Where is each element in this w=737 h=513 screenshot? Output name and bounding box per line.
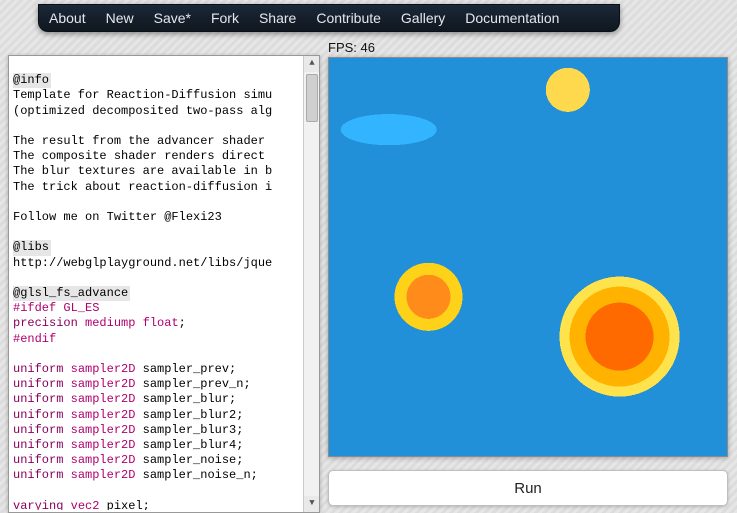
code-line: The result from the advancer shader [13, 134, 272, 148]
fps-label: FPS: [328, 40, 357, 55]
code-line: #endif [13, 332, 56, 346]
kw-uniform: uniform [13, 468, 63, 482]
kw-precision: precision [13, 316, 78, 330]
navbar: About New Save* Fork Share Contribute Ga… [38, 4, 620, 32]
nav-share[interactable]: Share [259, 10, 296, 26]
ty-vec2: vec2 [71, 499, 100, 510]
code-line: #ifdef GL_ES [13, 301, 99, 315]
render-canvas[interactable] [328, 57, 728, 457]
code-line: (optimized decomposited two-pass alg [13, 104, 272, 118]
kw-uniform: uniform [13, 453, 63, 467]
fps-display: FPS: 46 [328, 40, 375, 55]
nav-save[interactable]: Save* [154, 10, 191, 26]
nav-new[interactable]: New [106, 10, 134, 26]
kw-varying: varying [13, 499, 63, 510]
nav-fork[interactable]: Fork [211, 10, 239, 26]
code-text: sampler_blur; [143, 392, 237, 406]
fps-value: 46 [361, 40, 375, 55]
run-button-label: Run [514, 480, 542, 497]
scroll-up-icon[interactable]: ▲ [304, 56, 320, 72]
scroll-thumb[interactable] [306, 74, 318, 122]
kw-uniform: uniform [13, 438, 63, 452]
code-text: sampler_prev; [143, 362, 237, 376]
kw-uniform: uniform [13, 377, 63, 391]
code-text: sampler_prev_n; [143, 377, 251, 391]
kw-uniform: uniform [13, 408, 63, 422]
nav-contribute[interactable]: Contribute [316, 10, 381, 26]
ty-sampler2d: sampler2D [71, 423, 136, 437]
section-tag-info: @info [13, 73, 51, 88]
kw-uniform: uniform [13, 362, 63, 376]
code-text: sampler_blur2; [143, 408, 244, 422]
ty-sampler2d: sampler2D [71, 377, 136, 391]
kw-uniform: uniform [13, 423, 63, 437]
section-tag-glsl: @glsl_fs_advance [13, 286, 130, 301]
code-line: Follow me on Twitter @Flexi23 [13, 210, 222, 224]
code-line: Template for Reaction-Diffusion simu [13, 88, 272, 102]
code-text: pixel; [107, 499, 150, 510]
ty-sampler2d: sampler2D [71, 408, 136, 422]
ty-mediump: mediump [85, 316, 135, 330]
section-tag-libs: @libs [13, 240, 51, 255]
code-editor-content[interactable]: @info Template for Reaction-Diffusion si… [13, 58, 301, 510]
code-editor[interactable]: @info Template for Reaction-Diffusion si… [8, 55, 320, 513]
code-text: ; [179, 316, 186, 330]
code-text: sampler_blur3; [143, 423, 244, 437]
scrollbar[interactable]: ▲ ▼ [303, 56, 319, 512]
nav-gallery[interactable]: Gallery [401, 10, 445, 26]
run-button[interactable]: Run [328, 470, 728, 506]
code-text: sampler_blur4; [143, 438, 244, 452]
ty-sampler2d: sampler2D [71, 362, 136, 376]
ty-sampler2d: sampler2D [71, 468, 136, 482]
code-text: sampler_noise; [143, 453, 244, 467]
ty-sampler2d: sampler2D [71, 392, 136, 406]
code-line: The composite shader renders direct [13, 149, 272, 163]
code-line: http://webglplayground.net/libs/jque [13, 256, 272, 270]
code-line: The blur textures are available in b [13, 164, 272, 178]
nav-about[interactable]: About [49, 10, 86, 26]
nav-documentation[interactable]: Documentation [465, 10, 559, 26]
code-line: The trick about reaction-diffusion i [13, 180, 272, 194]
ty-float: float [143, 316, 179, 330]
ty-sampler2d: sampler2D [71, 453, 136, 467]
scroll-down-icon[interactable]: ▼ [304, 496, 320, 512]
ty-sampler2d: sampler2D [71, 438, 136, 452]
kw-uniform: uniform [13, 392, 63, 406]
code-text: sampler_noise_n; [143, 468, 258, 482]
